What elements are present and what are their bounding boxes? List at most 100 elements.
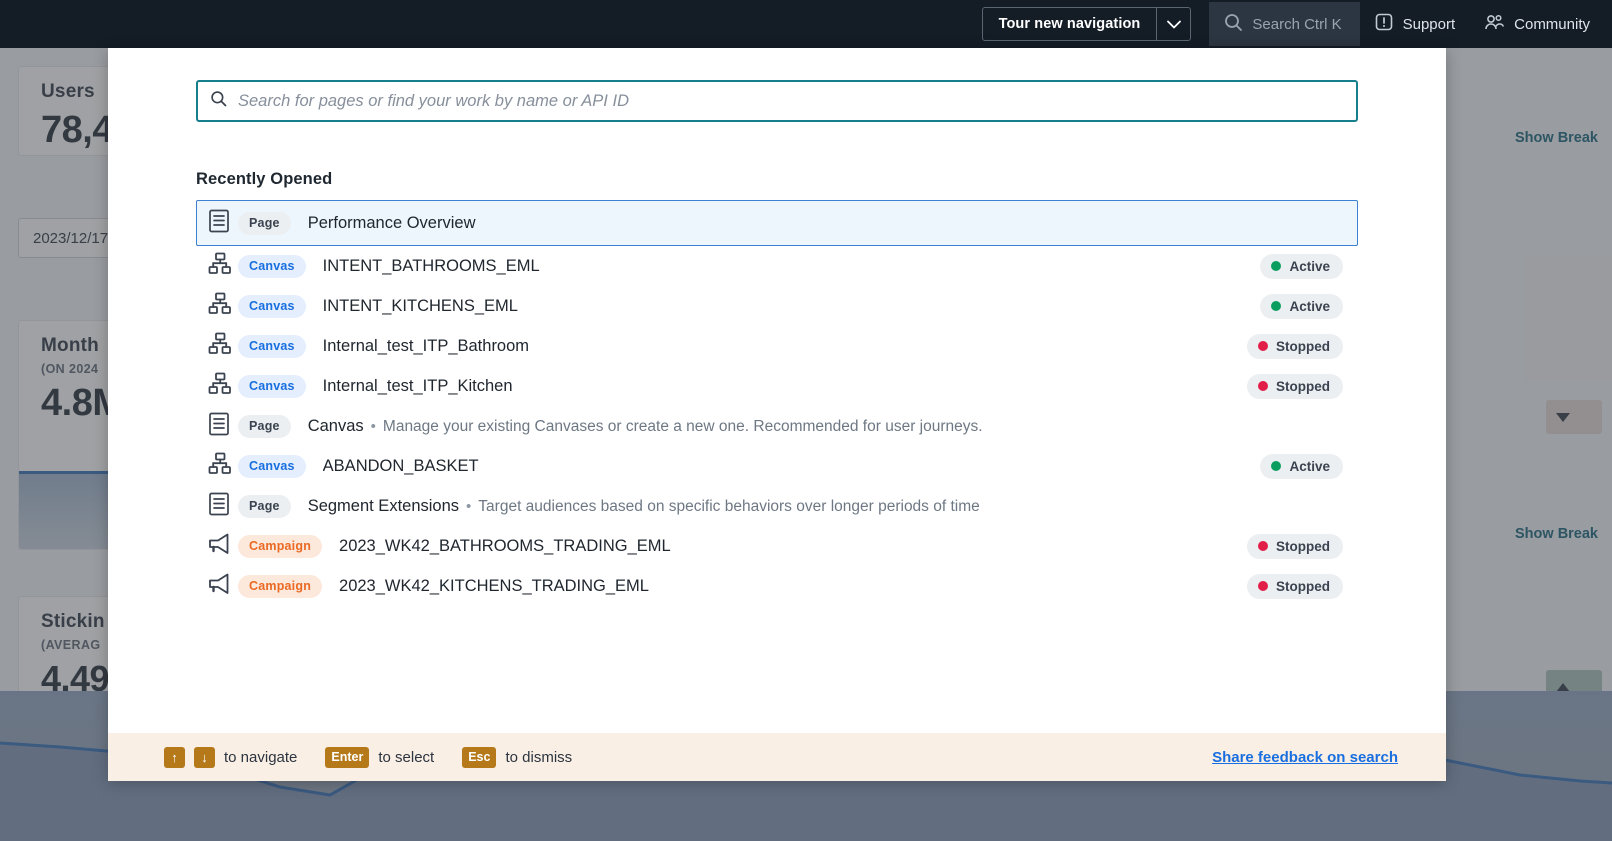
topbar-community-button[interactable]: Community [1469,2,1604,46]
result-label: INTENT_BATHROOMS_EML [323,257,540,276]
status-dot-icon [1258,341,1268,351]
result-label: 2023_WK42_BATHROOMS_TRADING_EML [339,537,671,556]
result-name: Internal_test_ITP_Bathroom [322,336,530,355]
campaign-megaphone-icon [208,533,233,560]
topbar-search-label: Search Ctrl K [1252,15,1342,33]
page-document-icon [208,209,230,238]
canvas-hierarchy-icon [208,252,232,281]
result-label: 2023_WK42_KITCHENS_TRADING_EML [339,577,649,596]
info-circle-icon [1374,12,1394,36]
search-icon [210,90,227,112]
search-icon [1223,12,1243,36]
global-search-modal: Recently Opened Page Performance Overview… [108,48,1446,781]
result-label: Canvas • Manage your existing Canvases or … [308,417,983,436]
result-description: Target audiences based on specific behav… [478,497,980,515]
tour-new-navigation-button[interactable]: Tour new navigation [983,8,1157,40]
result-type-badge: Page [238,414,291,438]
result-name: Canvas [307,416,364,435]
result-name: Internal_test_ITP_Kitchen [322,376,513,395]
result-separator-dot: • [466,497,472,515]
status-label: Stopped [1276,338,1330,354]
result-label: ABANDON_BASKET [323,457,479,476]
result-type-badge: Campaign [238,574,323,598]
status-dot-icon [1258,541,1268,551]
result-separator-dot: • [370,417,376,435]
search-result-row[interactable]: Campaign 2023_WK42_KITCHENS_TRADING_EML St… [196,566,1358,606]
result-type-icon [208,292,238,321]
result-type-icon [208,332,238,361]
share-feedback-link[interactable]: Share feedback on search [1212,749,1398,766]
status-badge: Stopped [1247,533,1343,559]
status-badge: Active [1260,293,1343,319]
result-type-icon [208,372,238,401]
result-label: Segment Extensions • Target audiences base… [308,497,980,516]
topbar-search-button[interactable]: Search Ctrl K [1209,2,1360,46]
esc-key: Esc [462,746,497,768]
search-result-row[interactable]: Canvas Internal_test_ITP_Bathroom Stopped [196,326,1358,366]
search-result-row[interactable]: Page Performance Overview [196,200,1358,246]
status-dot-icon [1258,581,1268,591]
result-type-icon [208,252,238,281]
result-type-badge: Page [238,211,291,235]
topbar-support-button[interactable]: Support [1360,2,1470,46]
recently-opened-heading: Recently Opened [196,170,333,188]
page-document-icon [208,412,230,441]
status-label: Stopped [1276,378,1330,394]
result-type-badge: Canvas [238,254,306,278]
search-input[interactable] [227,91,1344,111]
status-dot-icon [1271,261,1282,271]
people-group-icon [1483,12,1505,36]
result-label: Internal_test_ITP_Kitchen [323,377,513,396]
status-label: Stopped [1276,538,1330,554]
search-modal-footer: ↑ ↓ to navigate Enter to select Esc to d… [108,733,1446,781]
result-type-badge: Canvas [238,294,306,318]
page-document-icon [208,492,230,521]
dismiss-hint: Esc to dismiss [462,746,573,768]
status-badge: Active [1260,453,1343,479]
result-type-badge: Canvas [238,374,306,398]
campaign-megaphone-icon [208,573,233,600]
result-name: INTENT_KITCHENS_EML [322,296,518,315]
search-result-row[interactable]: Canvas Internal_test_ITP_Kitchen Stopped [196,366,1358,406]
select-hint-label: to select [378,748,435,766]
navigate-hint-label: to navigate [224,748,298,766]
result-name: ABANDON_BASKET [322,456,479,475]
tour-new-navigation-group[interactable]: Tour new navigation [981,7,1192,41]
navigate-hint: ↑ ↓ to navigate [164,746,298,768]
result-type-icon [208,209,238,238]
result-name: 2023_WK42_KITCHENS_TRADING_EML [339,576,649,595]
result-name: INTENT_BATHROOMS_EML [322,256,540,275]
canvas-hierarchy-icon [208,292,232,321]
chevron-down-icon[interactable] [1156,8,1190,40]
status-badge: Stopped [1247,573,1343,599]
search-result-row[interactable]: Canvas INTENT_BATHROOMS_EML Active [196,246,1358,286]
dismiss-hint-label: to dismiss [505,748,573,766]
search-results-list: Page Performance Overview Canvas INTENT_BAT… [196,200,1358,606]
enter-key: Enter [325,746,370,768]
select-hint: Enter to select [325,746,435,768]
search-result-row[interactable]: Page Segment Extensions • Target audiences … [196,486,1358,526]
status-label: Stopped [1276,578,1330,594]
canvas-hierarchy-icon [208,332,232,361]
search-result-row[interactable]: Canvas INTENT_KITCHENS_EML Active [196,286,1358,326]
result-name: 2023_WK42_BATHROOMS_TRADING_EML [339,536,671,555]
search-modal-body: Recently Opened Page Performance Overview… [108,48,1446,733]
canvas-hierarchy-icon [208,372,232,401]
result-type-badge: Campaign [238,534,323,558]
status-badge: Stopped [1247,333,1343,359]
status-label: Active [1289,458,1330,474]
search-result-row[interactable]: Canvas ABANDON_BASKET Active [196,446,1358,486]
search-result-row[interactable]: Page Canvas • Manage your existing Canvases… [196,406,1358,446]
result-description: Manage your existing Canvases or create … [382,417,983,435]
result-type-icon [208,492,238,521]
status-badge: Stopped [1247,373,1343,399]
result-label: Internal_test_ITP_Bathroom [323,337,529,356]
search-result-row[interactable]: Campaign 2023_WK42_BATHROOMS_TRADING_EML S… [196,526,1358,566]
topbar-community-label: Community [1514,15,1590,33]
status-dot-icon [1258,381,1268,391]
arrow-down-key: ↓ [194,746,215,768]
search-field-wrapper[interactable] [196,80,1358,122]
status-badge: Active [1260,253,1343,279]
status-dot-icon [1271,301,1282,311]
status-label: Active [1289,258,1330,274]
